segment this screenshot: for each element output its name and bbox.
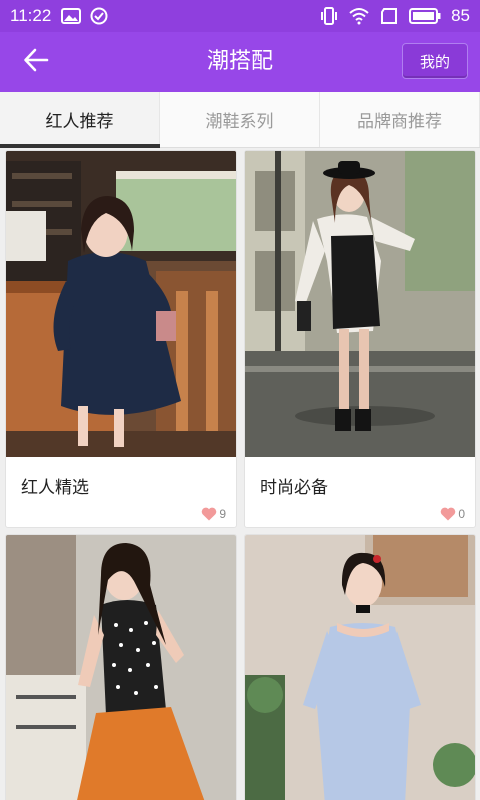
like-counter[interactable]: 9 xyxy=(201,507,226,521)
outfit-photo xyxy=(6,535,236,800)
arrow-left-icon xyxy=(23,47,49,77)
heart-icon xyxy=(440,507,456,521)
app-bar: 潮搭配 我的 xyxy=(0,32,480,92)
battery-level: 85 xyxy=(451,6,470,25)
tab-bar: 红人推荐 潮鞋系列 品牌商推荐 xyxy=(0,92,480,148)
outfit-card[interactable] xyxy=(244,534,476,800)
status-bar: 11:22 85 xyxy=(0,0,480,32)
outfit-grid: 红人精选 9 时尚必备 0 xyxy=(0,148,480,800)
tab-trendy-shoes[interactable]: 潮鞋系列 xyxy=(160,92,320,147)
wifi-icon xyxy=(349,7,369,25)
outfit-card[interactable]: 时尚必备 0 xyxy=(244,150,476,528)
heart-icon xyxy=(201,507,217,521)
like-counter[interactable]: 0 xyxy=(440,507,465,521)
check-circle-icon xyxy=(89,7,109,25)
tab-brand-picks[interactable]: 品牌商推荐 xyxy=(320,92,480,147)
battery-icon xyxy=(409,7,441,25)
back-button[interactable] xyxy=(14,44,58,80)
tab-influencer-picks[interactable]: 红人推荐 xyxy=(0,92,160,147)
image-icon xyxy=(61,7,82,25)
outfit-photo xyxy=(6,151,236,457)
outfit-photo xyxy=(245,535,475,800)
like-count: 0 xyxy=(458,507,465,521)
outfit-photo xyxy=(245,151,475,457)
vibrate-icon xyxy=(319,7,339,25)
outfit-card[interactable]: 红人精选 9 xyxy=(5,150,237,528)
outfit-card[interactable] xyxy=(5,534,237,800)
like-count: 9 xyxy=(219,507,226,521)
card-title: 红人精选 xyxy=(21,478,89,498)
status-time: 11:22 xyxy=(10,6,52,25)
sim-icon xyxy=(379,7,399,25)
mine-button[interactable]: 我的 xyxy=(402,43,468,79)
card-title: 时尚必备 xyxy=(260,478,328,498)
